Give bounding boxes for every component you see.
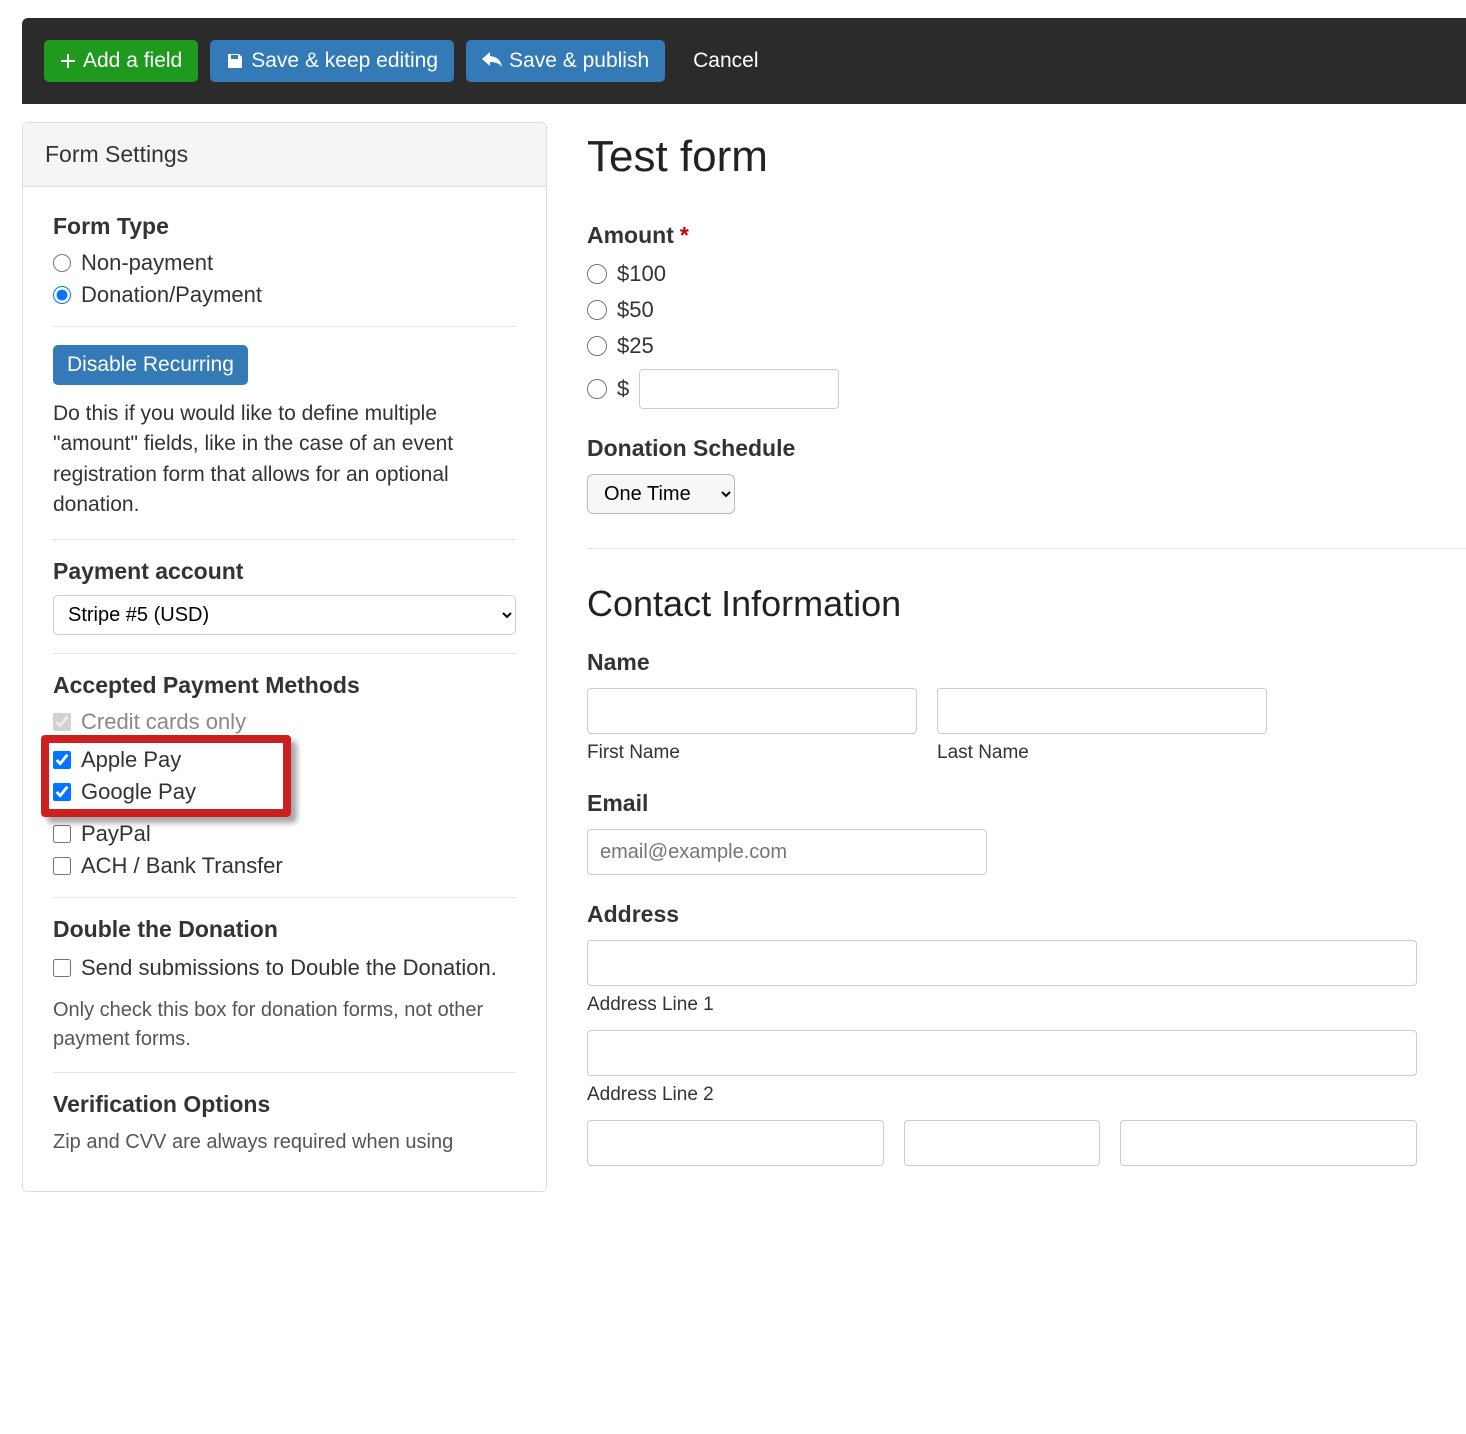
amount-custom-radio[interactable] — [587, 379, 607, 399]
address-city-input[interactable] — [587, 1120, 884, 1166]
amount-option-50[interactable]: $50 — [587, 297, 1466, 323]
form-type-nonpayment-text: Non-payment — [81, 250, 213, 276]
save-publish-button[interactable]: Save & publish — [466, 40, 665, 82]
form-type-label: Form Type — [53, 213, 516, 240]
save-icon — [226, 52, 244, 70]
verification-label: Verification Options — [53, 1091, 516, 1118]
required-asterisk: * — [680, 222, 689, 248]
method-ach-checkbox[interactable] — [53, 857, 71, 875]
method-apple-pay-text: Apple Pay — [81, 747, 181, 773]
address-line2-input[interactable] — [587, 1030, 1417, 1076]
amount-25-radio[interactable] — [587, 336, 607, 356]
form-preview: Test form Amount* $100 $50 $25 $ — [587, 122, 1466, 1192]
divider — [53, 897, 516, 898]
address-label: Address — [587, 901, 1466, 928]
sidebar-header: Form Settings — [23, 123, 546, 187]
divider — [53, 653, 516, 654]
save-keep-button[interactable]: Save & keep editing — [210, 40, 454, 82]
schedule-select[interactable]: One Time — [587, 474, 735, 514]
amount-100-radio[interactable] — [587, 264, 607, 284]
add-field-button[interactable]: Add a field — [44, 40, 198, 82]
name-field: Name First Name Last Name — [587, 649, 1466, 764]
schedule-label: Donation Schedule — [587, 435, 1466, 462]
divider — [53, 539, 516, 540]
address-field: Address Address Line 1 Address Line 2 — [587, 901, 1466, 1166]
method-paypal[interactable]: PayPal — [53, 821, 516, 847]
form-type-nonpayment-radio[interactable] — [53, 254, 71, 272]
disable-recurring-help: Do this if you would like to define mult… — [53, 399, 516, 521]
amount-field: Amount* $100 $50 $25 $ — [587, 222, 1466, 409]
verification-help: Zip and CVV are always required when usi… — [53, 1128, 516, 1157]
save-keep-label: Save & keep editing — [251, 49, 438, 73]
payment-account-label: Payment account — [53, 558, 516, 585]
method-google-pay[interactable]: Google Pay — [53, 779, 275, 805]
address-line1-input[interactable] — [587, 940, 1417, 986]
form-type-donation[interactable]: Donation/Payment — [53, 282, 516, 308]
method-paypal-checkbox[interactable] — [53, 825, 71, 843]
first-name-input[interactable] — [587, 688, 917, 734]
last-name-input[interactable] — [937, 688, 1267, 734]
double-donation-checkbox-row[interactable]: Send submissions to Double the Donation. — [53, 953, 516, 984]
divider — [587, 548, 1466, 549]
address-line2-sublabel: Address Line 2 — [587, 1084, 1466, 1106]
address-line1-sublabel: Address Line 1 — [587, 994, 1466, 1016]
save-publish-label: Save & publish — [509, 49, 649, 73]
first-name-sublabel: First Name — [587, 742, 917, 764]
form-type-nonpayment[interactable]: Non-payment — [53, 250, 516, 276]
double-donation-label: Double the Donation — [53, 916, 516, 943]
form-type-donation-radio[interactable] — [53, 286, 71, 304]
editor-layout: Form Settings Form Type Non-payment Dona… — [22, 122, 1466, 1192]
payment-account-select[interactable]: Stripe #5 (USD) — [53, 595, 516, 635]
add-field-label: Add a field — [83, 49, 182, 73]
cancel-label: Cancel — [693, 49, 758, 73]
email-label: Email — [587, 790, 1466, 817]
reply-icon — [482, 52, 502, 70]
contact-heading: Contact Information — [587, 583, 1466, 625]
last-name-sublabel: Last Name — [937, 742, 1267, 764]
method-paypal-text: PayPal — [81, 821, 151, 847]
accepted-methods-label: Accepted Payment Methods — [53, 672, 516, 699]
disable-recurring-button[interactable]: Disable Recurring — [53, 345, 248, 385]
method-ach[interactable]: ACH / Bank Transfer — [53, 853, 516, 879]
method-credit-cards[interactable]: Credit cards only — [53, 709, 516, 735]
schedule-field: Donation Schedule One Time — [587, 435, 1466, 514]
amount-100-text: $100 — [617, 261, 666, 287]
divider — [53, 326, 516, 327]
amount-custom-input[interactable] — [639, 369, 839, 409]
amount-custom-prefix: $ — [617, 376, 629, 402]
email-input[interactable] — [587, 829, 987, 875]
amount-50-text: $50 — [617, 297, 654, 323]
double-donation-checkbox[interactable] — [53, 959, 71, 977]
method-apple-pay-checkbox[interactable] — [53, 751, 71, 769]
form-type-donation-text: Donation/Payment — [81, 282, 262, 308]
address-state-input[interactable] — [904, 1120, 1100, 1166]
amount-50-radio[interactable] — [587, 300, 607, 320]
highlight-annotation: Apple Pay Google Pay — [41, 735, 291, 817]
email-field: Email — [587, 790, 1466, 875]
form-title: Test form — [587, 132, 1466, 182]
divider — [53, 1072, 516, 1073]
sidebar-body: Form Type Non-payment Donation/Payment D… — [23, 187, 546, 1183]
double-donation-text: Send submissions to Double the Donation. — [81, 953, 497, 984]
method-credit-cards-text: Credit cards only — [81, 709, 246, 735]
method-credit-cards-checkbox[interactable] — [53, 713, 71, 731]
amount-option-100[interactable]: $100 — [587, 261, 1466, 287]
method-google-pay-checkbox[interactable] — [53, 783, 71, 801]
plus-icon — [60, 53, 76, 69]
amount-option-25[interactable]: $25 — [587, 333, 1466, 359]
disable-recurring-label: Disable Recurring — [67, 353, 234, 376]
method-ach-text: ACH / Bank Transfer — [81, 853, 283, 879]
cancel-button[interactable]: Cancel — [677, 40, 774, 82]
address-zip-input[interactable] — [1120, 1120, 1417, 1166]
name-label: Name — [587, 649, 1466, 676]
editor-toolbar: Add a field Save & keep editing Save & p… — [22, 18, 1466, 104]
amount-option-custom[interactable]: $ — [587, 369, 1466, 409]
settings-sidebar: Form Settings Form Type Non-payment Dona… — [22, 122, 547, 1192]
amount-25-text: $25 — [617, 333, 654, 359]
amount-label: Amount* — [587, 222, 1466, 249]
method-apple-pay[interactable]: Apple Pay — [53, 747, 275, 773]
double-donation-help: Only check this box for donation forms, … — [53, 996, 516, 1054]
method-google-pay-text: Google Pay — [81, 779, 196, 805]
